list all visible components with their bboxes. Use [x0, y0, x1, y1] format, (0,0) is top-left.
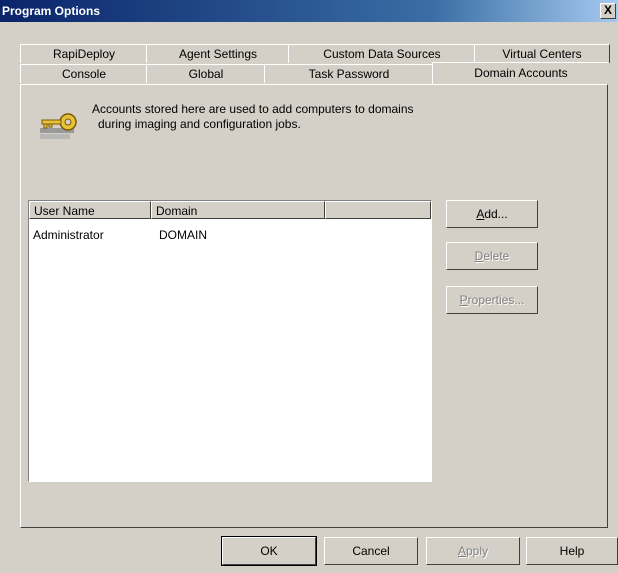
window-title: Program Options: [2, 4, 101, 18]
info-line-2: during imaging and configuration jobs.: [98, 117, 301, 131]
close-button[interactable]: X: [600, 3, 616, 19]
accounts-list[interactable]: User Name Domain Administrator DOMAIN: [28, 200, 432, 482]
tab-label: Console: [61, 67, 107, 81]
help-button[interactable]: Help: [526, 537, 618, 565]
add-button-label: dd...: [484, 207, 508, 221]
delete-button-label: elete: [483, 249, 510, 263]
tab-label: RapiDeploy: [52, 47, 116, 61]
tab-virtual-centers[interactable]: Virtual Centers: [474, 44, 610, 63]
tab-label: Agent Settings: [178, 47, 258, 61]
column-user-name[interactable]: User Name: [29, 201, 151, 219]
tab-console[interactable]: Console: [20, 64, 148, 83]
tab-agent-settings[interactable]: Agent Settings: [146, 44, 290, 63]
tab-custom-data-sources[interactable]: Custom Data Sources: [288, 44, 476, 63]
tab-global[interactable]: Global: [146, 64, 266, 83]
info-text: Accounts stored here are used to add com…: [92, 102, 472, 132]
tab-label: Global: [188, 67, 224, 81]
tab-label: Domain Accounts: [474, 66, 568, 80]
properties-button-label: roperties...: [467, 293, 525, 307]
tab-label: Virtual Centers: [502, 47, 582, 61]
add-button[interactable]: Add...: [446, 200, 538, 228]
tab-label: Task Password: [308, 67, 390, 81]
info-line-1: Accounts stored here are used to add com…: [92, 102, 414, 116]
tab-domain-accounts[interactable]: Domain Accounts: [432, 62, 609, 85]
key-icon: [38, 106, 88, 146]
apply-button[interactable]: Apply: [426, 537, 520, 565]
column-domain[interactable]: Domain: [151, 201, 325, 219]
properties-button-accel: P: [459, 293, 468, 307]
column-blank[interactable]: [325, 201, 431, 219]
title-bar: Program Options X: [0, 0, 618, 22]
properties-button[interactable]: Properties...: [446, 286, 538, 314]
cell-user-name: Administrator: [33, 228, 104, 242]
tab-task-password[interactable]: Task Password: [264, 64, 434, 83]
cancel-button[interactable]: Cancel: [324, 537, 418, 565]
apply-button-accel: A: [457, 544, 466, 558]
cell-domain: DOMAIN: [159, 228, 207, 242]
ok-button[interactable]: OK: [221, 536, 317, 566]
delete-button-accel: D: [474, 249, 484, 263]
delete-button[interactable]: Delete: [446, 242, 538, 270]
apply-button-label: pply: [466, 544, 489, 558]
table-row[interactable]: Administrator DOMAIN: [29, 227, 431, 243]
tab-rapideploy[interactable]: RapiDeploy: [20, 44, 148, 63]
list-header: User Name Domain: [29, 201, 431, 219]
tab-label: Custom Data Sources: [323, 47, 441, 61]
